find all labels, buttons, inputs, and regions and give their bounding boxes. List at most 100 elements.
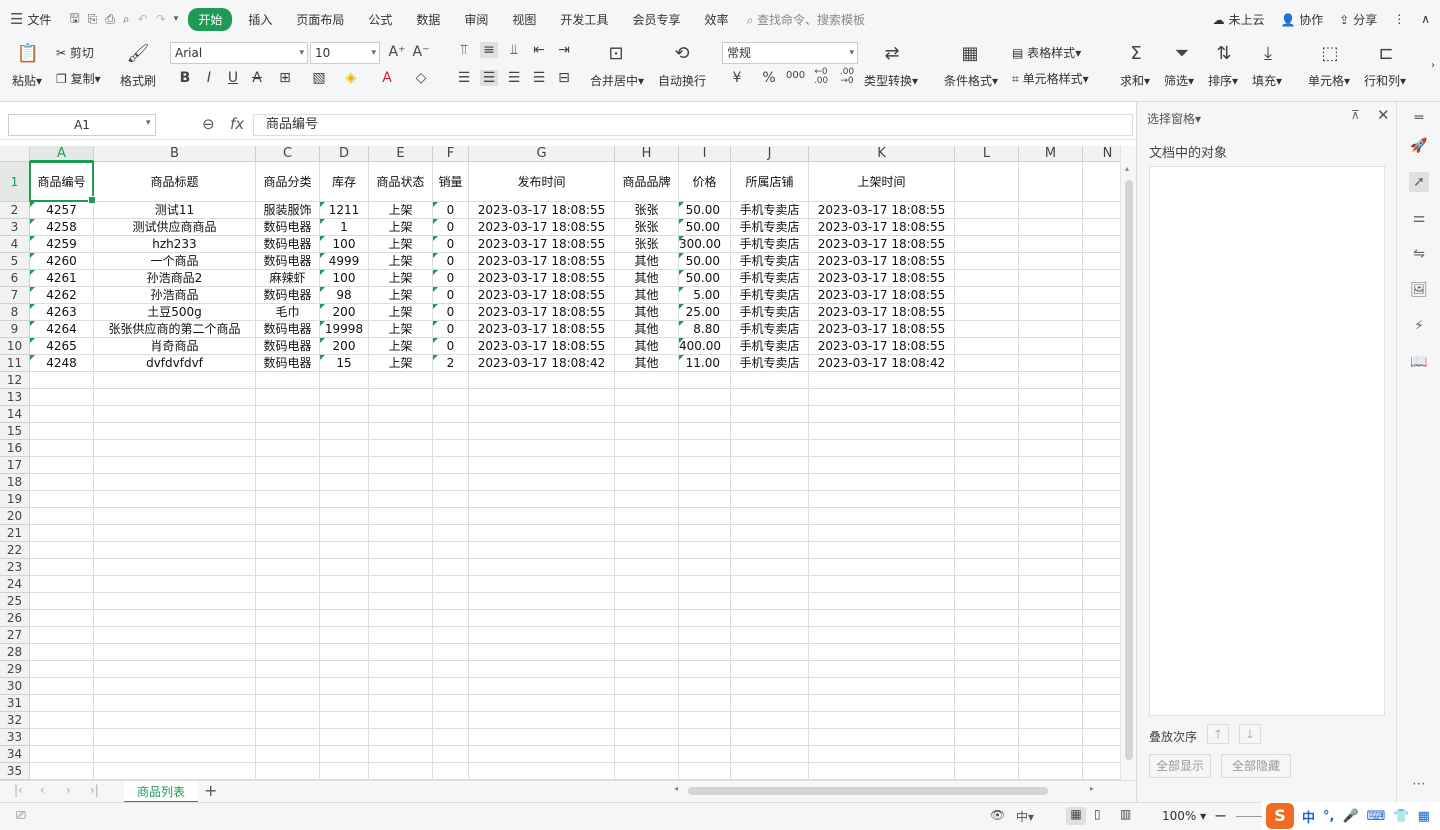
table-cell[interactable] <box>679 695 731 712</box>
table-cell[interactable] <box>679 525 731 542</box>
table-cell[interactable] <box>955 746 1019 763</box>
table-cell[interactable] <box>369 746 433 763</box>
table-cell[interactable] <box>1019 474 1083 491</box>
table-cell[interactable] <box>469 627 615 644</box>
table-cell[interactable] <box>1083 338 1120 355</box>
table-cell[interactable] <box>955 661 1019 678</box>
align-top-icon[interactable]: ⫪ <box>455 42 473 58</box>
add-sheet-icon[interactable]: + <box>204 781 217 800</box>
table-cell[interactable] <box>369 610 433 627</box>
table-cell[interactable] <box>1019 729 1083 746</box>
table-cell[interactable] <box>1019 559 1083 576</box>
column-header-J[interactable]: J <box>731 146 809 162</box>
table-cell[interactable] <box>469 542 615 559</box>
table-cell[interactable] <box>1019 372 1083 389</box>
rocket-icon[interactable]: 🚀 <box>1409 136 1429 156</box>
table-cell[interactable] <box>955 389 1019 406</box>
table-cell[interactable]: 8.80 <box>679 321 731 338</box>
table-cell[interactable] <box>94 712 256 729</box>
tab-home[interactable]: 开始 <box>188 7 233 31</box>
header-cell[interactable]: 商品标题 <box>94 162 256 202</box>
table-cell[interactable]: 数码电器 <box>256 338 320 355</box>
table-cell[interactable] <box>433 644 469 661</box>
table-cell[interactable]: 孙浩商品 <box>94 287 256 304</box>
table-cell[interactable]: 4248 <box>30 355 94 372</box>
row-header-27[interactable]: 27 <box>0 627 30 644</box>
table-cell[interactable]: 手机专卖店 <box>731 219 809 236</box>
zoom-slider[interactable] <box>1236 816 1262 817</box>
table-cell[interactable]: 4260 <box>30 253 94 270</box>
table-cell[interactable]: 数码电器 <box>256 253 320 270</box>
table-cell[interactable] <box>1083 661 1120 678</box>
table-cell[interactable] <box>433 678 469 695</box>
table-cell[interactable] <box>615 678 679 695</box>
font-name-select[interactable]: Arial <box>170 42 308 64</box>
table-cell[interactable] <box>809 712 955 729</box>
table-cell[interactable] <box>1019 763 1083 780</box>
table-cell[interactable]: 孙浩商品2 <box>94 270 256 287</box>
table-cell[interactable] <box>320 559 369 576</box>
table-cell[interactable] <box>256 746 320 763</box>
hide-all-button[interactable]: 全部隐藏 <box>1221 754 1291 778</box>
table-cell[interactable]: 2023-03-17 18:08:55 <box>469 219 615 236</box>
table-cell[interactable] <box>256 695 320 712</box>
column-header-D[interactable]: D <box>320 146 369 162</box>
table-cell[interactable] <box>94 627 256 644</box>
table-cell[interactable] <box>679 457 731 474</box>
table-cell[interactable] <box>809 678 955 695</box>
table-cell[interactable] <box>679 627 731 644</box>
table-cell[interactable] <box>469 525 615 542</box>
table-cell[interactable] <box>256 729 320 746</box>
table-cell[interactable] <box>94 508 256 525</box>
table-cell[interactable] <box>30 491 94 508</box>
table-cell[interactable]: 上架 <box>369 338 433 355</box>
table-cell[interactable] <box>320 712 369 729</box>
row-header-10[interactable]: 10 <box>0 338 30 355</box>
table-cell[interactable] <box>615 457 679 474</box>
table-cell[interactable] <box>320 389 369 406</box>
justify-icon[interactable]: ☰ <box>530 70 548 86</box>
page-layout-view-icon[interactable]: ▯ <box>1094 807 1101 821</box>
table-cell[interactable] <box>369 389 433 406</box>
table-cell[interactable] <box>320 542 369 559</box>
normal-view-icon[interactable]: ▦ <box>1066 807 1086 825</box>
table-cell[interactable] <box>955 287 1019 304</box>
table-cell[interactable]: 2023-03-17 18:08:55 <box>809 287 955 304</box>
table-cell[interactable] <box>320 576 369 593</box>
collapse-ribbon-icon[interactable]: ∧ <box>1421 12 1430 26</box>
table-cell[interactable] <box>955 644 1019 661</box>
undo-icon[interactable]: ↶ <box>138 12 148 26</box>
row-header-2[interactable]: 2 <box>0 202 30 219</box>
table-cell[interactable] <box>615 423 679 440</box>
table-cell[interactable] <box>731 542 809 559</box>
sogou-logo[interactable]: S <box>1266 803 1294 829</box>
table-cell[interactable] <box>731 576 809 593</box>
table-cell[interactable]: 手机专卖店 <box>731 338 809 355</box>
table-cell[interactable] <box>433 695 469 712</box>
wrap-text-button[interactable]: 自动换行 <box>658 72 706 89</box>
border-icon[interactable]: ⊞ <box>276 70 294 86</box>
bold-icon[interactable]: B <box>176 70 194 86</box>
table-cell[interactable]: 数码电器 <box>256 355 320 372</box>
table-cell[interactable] <box>320 457 369 474</box>
spreadsheet-grid[interactable]: A B C D E F G H I J K L M N 1 2 3 4 5 6 7 8 9 10 11 12 13 14 15 16 17 1… <box>0 146 1120 780</box>
table-cell[interactable] <box>320 661 369 678</box>
column-header-M[interactable]: M <box>1019 146 1083 162</box>
table-cell[interactable] <box>809 695 955 712</box>
table-cell[interactable] <box>320 372 369 389</box>
table-cell[interactable] <box>256 457 320 474</box>
table-cell[interactable]: 张张 <box>615 202 679 219</box>
table-cell[interactable] <box>1019 236 1083 253</box>
filter-icon[interactable]: ⏷ <box>1170 42 1194 64</box>
table-cell[interactable]: 上架 <box>369 287 433 304</box>
table-cell[interactable]: 2 <box>433 355 469 372</box>
table-cell[interactable] <box>731 372 809 389</box>
row-header-29[interactable]: 29 <box>0 661 30 678</box>
table-cell[interactable] <box>30 406 94 423</box>
table-cell[interactable]: 2023-03-17 18:08:55 <box>809 219 955 236</box>
table-cell[interactable] <box>320 644 369 661</box>
table-cell[interactable] <box>369 525 433 542</box>
table-cell[interactable]: 98 <box>320 287 369 304</box>
table-cell[interactable] <box>1019 627 1083 644</box>
table-cell[interactable]: 0 <box>433 202 469 219</box>
